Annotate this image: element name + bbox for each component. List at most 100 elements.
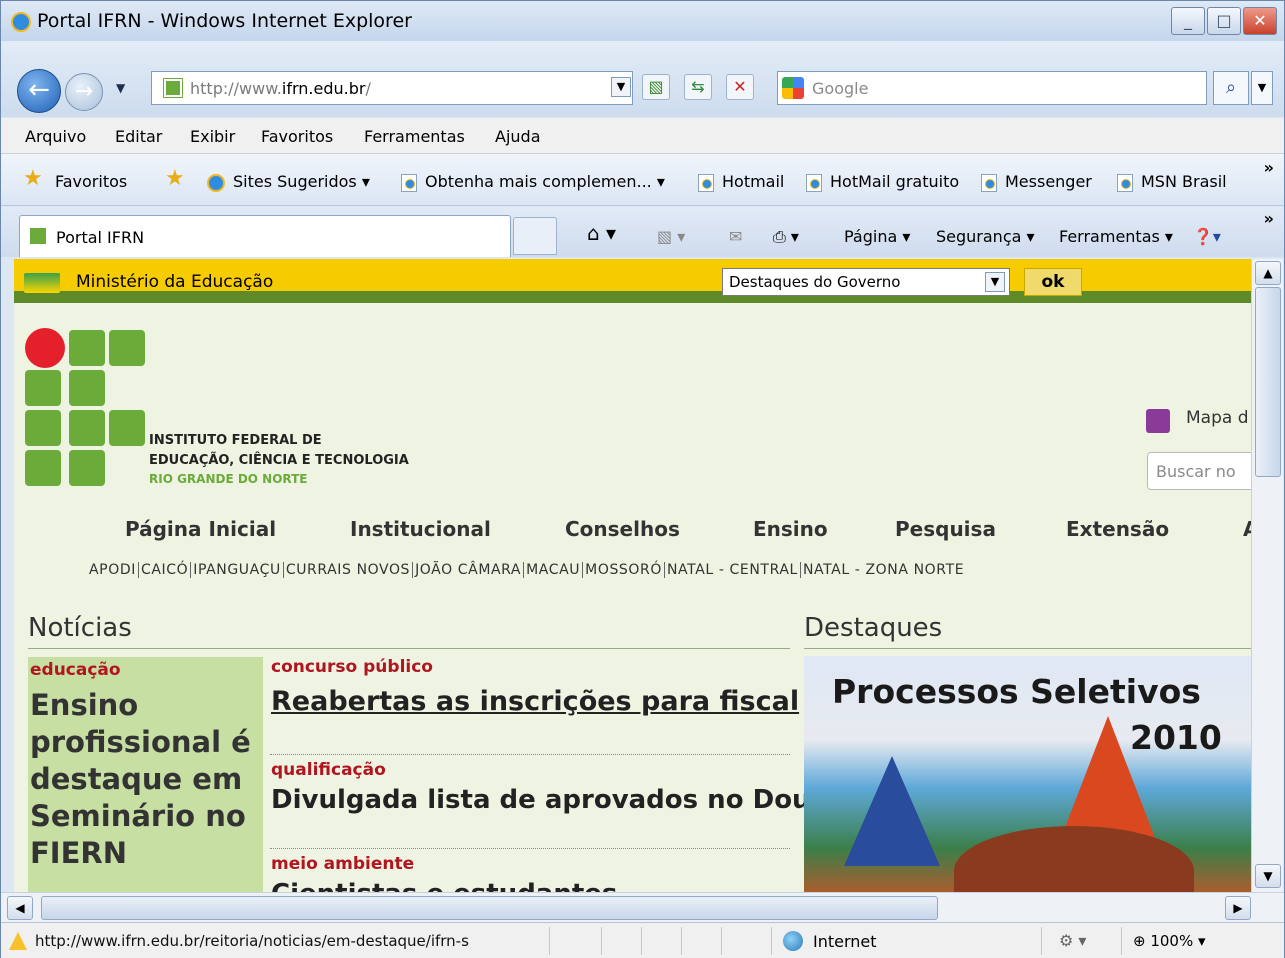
fav-msn-brasil[interactable]: MSN Brasil bbox=[1117, 172, 1227, 192]
vertical-scroll-thumb[interactable] bbox=[1255, 287, 1281, 477]
highlight-banner[interactable]: Processos Seletivos 2010 bbox=[804, 656, 1251, 892]
history-dropdown-icon[interactable]: ▼ bbox=[116, 81, 125, 95]
campus-natal-central[interactable]: NATAL - CENTRAL bbox=[663, 562, 800, 578]
news-category[interactable]: meio ambiente bbox=[271, 854, 414, 874]
logo-square bbox=[69, 450, 105, 486]
vertical-scrollbar[interactable]: ▲ ▼ bbox=[1251, 259, 1283, 892]
search-icon[interactable]: ⌕ bbox=[1213, 71, 1249, 105]
fav-messenger[interactable]: Messenger bbox=[981, 172, 1092, 192]
page-menu[interactable]: Página ▾ bbox=[844, 227, 910, 246]
status-divider bbox=[681, 927, 682, 955]
featured-category[interactable]: educação bbox=[30, 660, 121, 680]
zoom-level[interactable]: ⊕ 100% ▾ bbox=[1133, 932, 1206, 950]
menu-editar[interactable]: Editar bbox=[115, 127, 162, 146]
sitemap-link[interactable]: Mapa d bbox=[1186, 408, 1249, 428]
campus-apodi[interactable]: APODI bbox=[87, 562, 138, 578]
scroll-up-icon[interactable]: ▲ bbox=[1255, 261, 1281, 285]
minimize-button[interactable]: _ bbox=[1171, 7, 1205, 35]
stop-icon[interactable]: ✕ bbox=[726, 74, 754, 100]
campus-caico[interactable]: CAICÓ bbox=[137, 562, 191, 578]
menu-exibir[interactable]: Exibir bbox=[190, 127, 235, 146]
menu-ajuda[interactable]: Ajuda bbox=[495, 127, 541, 146]
favorites-button[interactable]: Favoritos bbox=[55, 172, 127, 191]
nav-pesquisa[interactable]: Pesquisa bbox=[895, 517, 996, 541]
nav-extensao[interactable]: Extensão bbox=[1066, 517, 1169, 541]
more-favorites-icon[interactable]: » bbox=[1264, 158, 1274, 177]
news-divider bbox=[28, 648, 790, 649]
campus-ipanguacu[interactable]: IPANGUAÇU bbox=[190, 562, 283, 578]
security-zone[interactable]: Internet bbox=[813, 932, 877, 951]
menu-favoritos[interactable]: Favoritos bbox=[261, 127, 333, 146]
chevron-down-icon[interactable]: ▼ bbox=[985, 272, 1005, 292]
search-options-icon[interactable]: ▼ bbox=[1251, 71, 1273, 105]
campus-currais-novos[interactable]: CURRAIS NOVOS bbox=[282, 562, 413, 578]
menu-ferramentas[interactable]: Ferramentas bbox=[364, 127, 465, 146]
campus-joao-camara[interactable]: JOÃO CÂMARA bbox=[412, 562, 524, 578]
fav-hotmail[interactable]: Hotmail bbox=[698, 172, 784, 192]
logo-square bbox=[25, 450, 61, 486]
logo-red-circle bbox=[25, 328, 65, 368]
new-tab-button[interactable] bbox=[513, 217, 557, 255]
address-bar[interactable]: http://www.ifrn.edu.br/ bbox=[151, 71, 633, 105]
maximize-button[interactable]: □ bbox=[1207, 7, 1241, 35]
print-icon[interactable]: ⎙ ▾ bbox=[773, 227, 799, 247]
fav-hotmail-gratuito[interactable]: HotMail gratuito bbox=[806, 172, 959, 192]
nav-conselhos[interactable]: Conselhos bbox=[565, 517, 680, 541]
add-favorite-icon[interactable]: ★ bbox=[165, 166, 185, 191]
status-divider bbox=[549, 927, 550, 955]
logo-square bbox=[25, 370, 61, 406]
campus-mossoro[interactable]: MOSSORÓ bbox=[582, 562, 664, 578]
url-text[interactable]: http://www.ifrn.edu.br/ bbox=[190, 79, 371, 98]
help-icon[interactable]: ❓▾ bbox=[1193, 227, 1221, 246]
zoom-icon: ⊕ bbox=[1133, 932, 1151, 950]
tab-row: Portal IFRN ⌂ ▾ ▧ ▾ ✉ ⎙ ▾ Página ▾ Segur… bbox=[1, 207, 1284, 257]
tab-portal-ifrn[interactable]: Portal IFRN bbox=[19, 215, 511, 257]
back-button[interactable]: ← bbox=[17, 69, 61, 113]
search-input[interactable]: Google bbox=[812, 79, 868, 98]
page-icon bbox=[401, 173, 417, 192]
site-favicon-icon bbox=[163, 78, 183, 98]
status-divider bbox=[1041, 927, 1042, 955]
security-menu[interactable]: Segurança ▾ bbox=[936, 227, 1035, 246]
site-search-input[interactable]: Buscar no bbox=[1147, 452, 1251, 490]
campus-macau[interactable]: MACAU bbox=[523, 562, 583, 578]
horizontal-scroll-thumb[interactable] bbox=[41, 896, 938, 920]
scroll-right-icon[interactable]: ▶ bbox=[1225, 896, 1251, 920]
menu-arquivo[interactable]: Arquivo bbox=[25, 127, 86, 146]
horizontal-scrollbar[interactable]: ◀ ▶ bbox=[1, 892, 1284, 922]
nav-ensino[interactable]: Ensino bbox=[753, 517, 828, 541]
banner-year: 2010 bbox=[1130, 718, 1222, 757]
news-category[interactable]: concurso público bbox=[271, 657, 433, 677]
ministry-label[interactable]: Ministério da Educação bbox=[76, 272, 273, 292]
protected-mode-icon[interactable]: ⚙ ▾ bbox=[1059, 931, 1086, 950]
news-category[interactable]: qualificação bbox=[271, 760, 386, 780]
refresh-icon[interactable]: ⇆ bbox=[684, 74, 712, 100]
campus-natal-zona-norte[interactable]: NATAL - ZONA NORTE bbox=[799, 562, 967, 578]
tools-menu[interactable]: Ferramentas ▾ bbox=[1059, 227, 1173, 246]
sitemap-icon[interactable] bbox=[1146, 409, 1170, 433]
ok-button[interactable]: ok bbox=[1024, 268, 1082, 296]
home-icon[interactable]: ⌂ ▾ bbox=[587, 221, 616, 245]
news-headline[interactable]: Cientistas e estudantes... bbox=[271, 879, 647, 892]
feeds-icon[interactable]: ▧ ▾ bbox=[657, 227, 685, 246]
scroll-left-icon[interactable]: ◀ bbox=[7, 896, 33, 920]
page-icon bbox=[806, 173, 822, 192]
mail-icon[interactable]: ✉ bbox=[729, 227, 742, 246]
more-commands-icon[interactable]: » bbox=[1264, 209, 1274, 228]
featured-headline[interactable]: Ensino profissional é destaque em Seminá… bbox=[30, 687, 260, 872]
fav-sites-sugeridos[interactable]: Sites Sugeridos ▾ bbox=[207, 172, 370, 192]
nav-pagina-inicial[interactable]: Página Inicial bbox=[125, 517, 276, 541]
nav-more[interactable]: A bbox=[1243, 517, 1251, 541]
search-box[interactable]: Google bbox=[777, 71, 1207, 105]
compatibility-icon[interactable]: ▧ bbox=[642, 74, 670, 100]
close-button[interactable]: ✕ bbox=[1243, 7, 1277, 35]
fav-complementos[interactable]: Obtenha mais complemen... ▾ bbox=[401, 172, 665, 192]
government-bar: Ministério da Educação Destaques do Gove… bbox=[14, 259, 1251, 303]
forward-button[interactable]: → bbox=[65, 73, 103, 111]
news-headline[interactable]: Reabertas as inscrições para fiscal bbox=[271, 685, 799, 719]
nav-institucional[interactable]: Institucional bbox=[350, 517, 491, 541]
ie-icon bbox=[207, 173, 225, 192]
scroll-down-icon[interactable]: ▼ bbox=[1255, 864, 1281, 888]
government-select[interactable]: Destaques do Governo ▼ bbox=[722, 268, 1010, 296]
address-dropdown-icon[interactable]: ▼ bbox=[611, 77, 631, 97]
